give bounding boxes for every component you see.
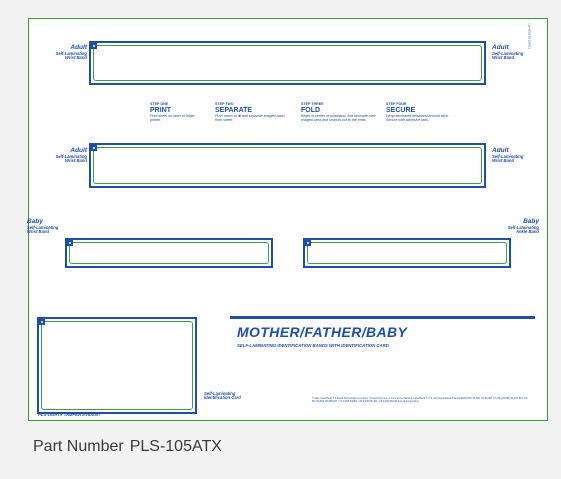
separate-marker-icon <box>91 43 97 49</box>
part-number-label: Part Number <box>33 438 124 455</box>
title-stripe <box>230 316 535 319</box>
product-subtitle: SELF-LAMINATING IDENTIFICATION BANDS WIT… <box>237 343 389 348</box>
adult-wristband-label-right-top: Adult Self-Laminating Wrist Band <box>492 44 524 61</box>
label-sheet: Adult Self-Laminating Wrist Band Adult S… <box>27 18 548 421</box>
baby-wristband[interactable] <box>65 238 273 268</box>
identification-card[interactable] <box>37 317 197 414</box>
separate-marker-icon <box>67 240 73 246</box>
baby-ankleband[interactable] <box>303 238 511 268</box>
step-three: STEP THREE FOLD Begin in center of wrist… <box>301 102 376 122</box>
part-number: Part Number PLS-105ATX <box>33 438 222 456</box>
adult-wristband-label-right-bottom: Adult Self-Laminating Wrist Band <box>492 147 524 164</box>
adult-wristband-label-left-top: Adult Self-Laminating Wrist Band <box>55 44 87 61</box>
product-title: MOTHER/FATHER/BABY <box>237 324 408 340</box>
adult-wristband-label-left-bottom: Adult Self-Laminating Wrist Band <box>55 147 87 164</box>
separate-marker-icon <box>91 145 97 151</box>
step-four: STEP FOUR SECURE Wrap laminated wristban… <box>386 102 450 122</box>
adult-wristband-bottom[interactable] <box>89 143 486 188</box>
sheet-code: LB-4010-03 2/2011 <box>527 23 531 49</box>
step-two: STEP TWO SEPARATE Push down at ✱ and sep… <box>215 102 285 122</box>
baby-ankleband-label: Baby Self-Laminating Ankle Band <box>507 218 539 235</box>
adult-wristband-top[interactable] <box>89 41 486 85</box>
sheet-part-code: PLS-105ATX TAMPER EVIDENT <box>38 412 101 417</box>
identification-card-label: Self-Laminating Identification Card <box>204 391 241 401</box>
separate-marker-icon <box>305 240 311 246</box>
patent-fine-print: © 2011 LaserBand ® A Zebra Technologies … <box>312 397 528 404</box>
separate-marker-icon <box>39 319 45 325</box>
part-number-value: PLS-105ATX <box>129 438 222 455</box>
product-card: Adult Self-Laminating Wrist Band Adult S… <box>0 0 561 422</box>
step-one: STEP ONE PRINT Print sheet on laser or i… <box>150 102 195 122</box>
baby-wristband-label: Baby Self-Laminating Wrist Band <box>27 218 59 235</box>
